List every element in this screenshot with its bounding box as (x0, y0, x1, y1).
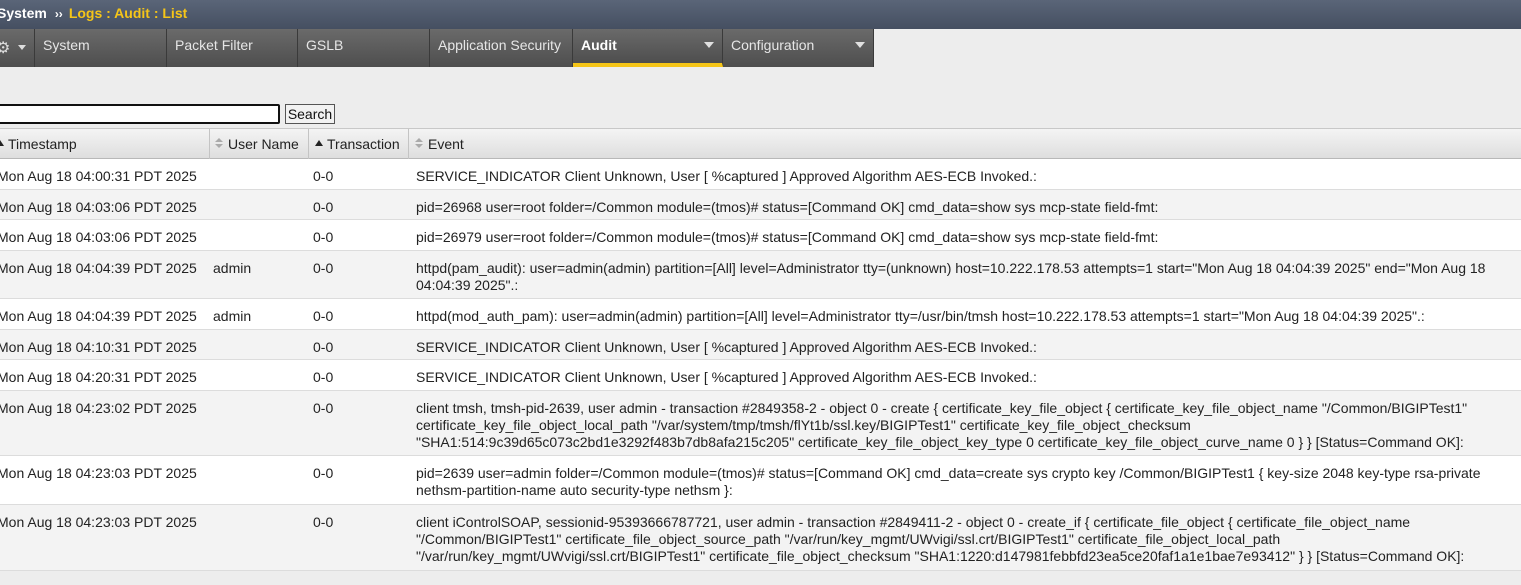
chevron-down-icon[interactable] (855, 42, 865, 48)
timestamp-cell: Mon Aug 18 04:20:31 PDT 2025 (0, 369, 197, 385)
event-cell: pid=26968 user=root folder=/Common modul… (416, 199, 1159, 215)
table-row[interactable]: Mon Aug 18 04:04:39 PDT 2025 admin 0-0 h… (0, 299, 1521, 330)
gear-icon: ⚙ (0, 40, 11, 57)
sort-icon (415, 138, 423, 149)
transaction-cell: 0-0 (313, 369, 334, 385)
table-row[interactable]: Mon Aug 18 04:03:06 PDT 2025 0-0 pid=269… (0, 220, 1521, 251)
search-button[interactable]: Search (285, 104, 335, 124)
column-label: Transaction (327, 136, 400, 152)
tab-label: Configuration (731, 37, 815, 53)
tab-packet-filter[interactable]: Packet Filter (167, 29, 298, 67)
timestamp-cell: Mon Aug 18 04:03:06 PDT 2025 (0, 229, 197, 245)
table-row[interactable]: Mon Aug 18 04:00:31 PDT 2025 0-0 SERVICE… (0, 159, 1521, 190)
table-row[interactable]: Mon Aug 18 04:03:06 PDT 2025 0-0 pid=269… (0, 190, 1521, 220)
table-row[interactable]: Mon Aug 18 04:20:31 PDT 2025 0-0 SERVICE… (0, 360, 1521, 391)
table-header: Timestamp User Name Transaction Event (0, 128, 1521, 159)
breadcrumb: System ›› Logs : Audit : List (0, 0, 1521, 29)
event-cell: SERVICE_INDICATOR Client Unknown, User [… (416, 369, 1037, 385)
tab-audit[interactable]: Audit (573, 29, 723, 67)
tab-application-security[interactable]: Application Security (430, 29, 573, 67)
breadcrumb-current: Logs : Audit : List (68, 5, 188, 21)
breadcrumb-root[interactable]: System (0, 5, 47, 21)
event-cell: client iControlSOAP, sessionid-953936667… (416, 514, 1465, 564)
transaction-cell: 0-0 (313, 339, 334, 355)
event-cell: pid=2639 user=admin folder=/Common modul… (416, 465, 1481, 498)
column-header-timestamp[interactable]: Timestamp (0, 129, 210, 159)
column-header-event[interactable]: Event (409, 129, 1521, 159)
chevron-down-icon[interactable] (704, 42, 714, 48)
tab-label: Packet Filter (175, 37, 253, 53)
chevron-down-icon (18, 45, 26, 50)
sort-ascending-icon (0, 140, 4, 147)
sort-ascending-icon (315, 140, 323, 147)
sort-icon (215, 138, 223, 149)
timestamp-cell: Mon Aug 18 04:23:03 PDT 2025 (0, 465, 197, 481)
event-cell: pid=26979 user=root folder=/Common modul… (416, 229, 1159, 245)
transaction-cell: 0-0 (313, 400, 334, 416)
event-cell: httpd(pam_audit): user=admin(admin) part… (416, 260, 1486, 293)
tab-label: GSLB (306, 37, 344, 53)
timestamp-cell: Mon Aug 18 04:04:39 PDT 2025 (0, 260, 197, 276)
user-name-cell: admin (213, 260, 252, 276)
timestamp-cell: Mon Aug 18 04:04:39 PDT 2025 (0, 308, 197, 324)
table-row[interactable]: Mon Aug 18 04:23:02 PDT 2025 0-0 client … (0, 391, 1521, 456)
transaction-cell: 0-0 (313, 465, 334, 481)
column-label: Event (428, 136, 464, 152)
column-header-transaction[interactable]: Transaction (309, 129, 409, 159)
event-cell: SERVICE_INDICATOR Client Unknown, User [… (416, 339, 1037, 355)
column-label: Timestamp (8, 136, 77, 152)
timestamp-cell: Mon Aug 18 04:10:31 PDT 2025 (0, 339, 197, 355)
event-cell: httpd(mod_auth_pam): user=admin(admin) p… (416, 308, 1425, 324)
tab-gslb[interactable]: GSLB (298, 29, 430, 67)
tab-settings-menu[interactable]: ⚙ (0, 29, 35, 67)
table-row[interactable]: Mon Aug 18 04:10:31 PDT 2025 0-0 SERVICE… (0, 330, 1521, 360)
transaction-cell: 0-0 (313, 260, 334, 276)
tab-system[interactable]: System (35, 29, 167, 67)
transaction-cell: 0-0 (313, 308, 334, 324)
timestamp-cell: Mon Aug 18 04:03:06 PDT 2025 (0, 199, 197, 215)
tab-label: System (43, 37, 90, 53)
tab-bar: ⚙ System Packet Filter GSLB Application … (0, 29, 1521, 67)
timestamp-cell: Mon Aug 18 04:00:31 PDT 2025 (0, 168, 197, 184)
tab-label: Application Security (438, 37, 561, 53)
event-cell: SERVICE_INDICATOR Client Unknown, User [… (416, 168, 1037, 184)
table-row[interactable]: Mon Aug 18 04:23:03 PDT 2025 0-0 client … (0, 505, 1521, 571)
breadcrumb-separator: ›› (54, 7, 63, 21)
transaction-cell: 0-0 (313, 199, 334, 215)
search-input[interactable] (0, 104, 280, 124)
user-name-cell: admin (213, 308, 252, 324)
tab-label: Audit (581, 37, 617, 53)
transaction-cell: 0-0 (313, 229, 334, 245)
timestamp-cell: Mon Aug 18 04:23:02 PDT 2025 (0, 400, 197, 416)
transaction-cell: 0-0 (313, 168, 334, 184)
table-row[interactable]: Mon Aug 18 04:04:39 PDT 2025 admin 0-0 h… (0, 251, 1521, 299)
transaction-cell: 0-0 (313, 514, 334, 530)
tab-configuration[interactable]: Configuration (723, 29, 874, 67)
column-label: User Name (228, 136, 299, 152)
table-row[interactable]: Mon Aug 18 04:23:03 PDT 2025 0-0 pid=263… (0, 456, 1521, 505)
timestamp-cell: Mon Aug 18 04:23:03 PDT 2025 (0, 514, 197, 530)
event-cell: client tmsh, tmsh-pid-2639, user admin -… (416, 400, 1468, 450)
column-header-user-name[interactable]: User Name (210, 129, 309, 159)
